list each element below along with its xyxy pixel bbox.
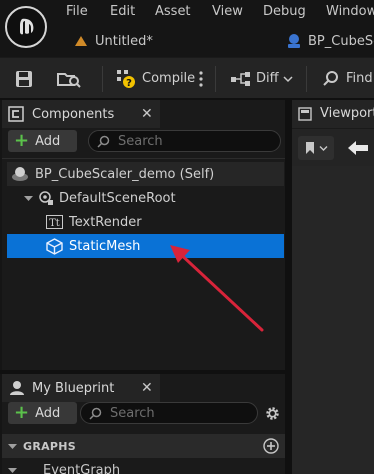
viewport-title: Viewport — [320, 106, 374, 121]
folder-search-icon — [57, 72, 81, 88]
plus-icon: + — [14, 402, 30, 423]
browse-button[interactable] — [56, 58, 82, 99]
my-blueprint-search[interactable] — [80, 402, 258, 424]
viewport-toolbar — [292, 128, 374, 166]
annotation-arrow-icon — [170, 245, 264, 332]
components-title: Components — [32, 106, 115, 122]
search-icon — [89, 407, 102, 420]
svg-text:?: ? — [126, 78, 132, 89]
components-icon — [8, 106, 24, 122]
unreal-logo-icon[interactable] — [5, 6, 47, 48]
tree-item-textrender-label: TextRender — [69, 214, 142, 230]
more-vertical-icon — [199, 70, 203, 87]
scene-component-icon — [39, 191, 53, 205]
menu-debug[interactable]: Debug — [263, 4, 306, 19]
tree-item-textrender[interactable]: Tt TextRender — [7, 210, 284, 234]
caret-down-icon — [8, 467, 17, 473]
event-graph-item[interactable]: EventGraph — [2, 460, 285, 474]
menu-asset[interactable]: Asset — [155, 4, 191, 19]
arrow-left-icon — [348, 141, 368, 155]
back-button[interactable] — [342, 136, 374, 160]
my-blueprint-tab-strip — [160, 374, 285, 402]
svg-text:Tt: Tt — [49, 218, 60, 229]
title-bar: File Edit Asset View Debug Window Untitl… — [0, 0, 374, 57]
gear-icon[interactable] — [264, 405, 281, 422]
tab-untitled-label: Untitled* — [95, 33, 153, 49]
menu-window[interactable]: Window — [326, 4, 374, 19]
menu-edit[interactable]: Edit — [110, 4, 135, 19]
viewport-tab[interactable]: Viewport — [292, 100, 374, 128]
save-icon — [16, 70, 32, 87]
components-search[interactable] — [88, 130, 281, 152]
my-blueprint-icon — [10, 381, 24, 395]
tab-blueprint[interactable]: BP_CubeSc — [286, 32, 374, 50]
chevron-down-icon — [319, 145, 327, 151]
my-blueprint-title: My Blueprint — [32, 380, 115, 396]
components-tab-strip — [160, 100, 285, 128]
static-mesh-icon — [46, 237, 63, 255]
caret-down-icon — [8, 443, 17, 449]
text-render-icon: Tt — [46, 215, 63, 229]
chevron-down-icon — [283, 75, 293, 82]
compile-label: Compile — [142, 71, 196, 86]
add-graph-icon[interactable] — [263, 438, 279, 454]
compile-icon: ? — [117, 69, 135, 89]
compile-options-button[interactable] — [198, 58, 204, 99]
caret-down-icon[interactable] — [24, 194, 33, 203]
tree-item-self-label: BP_CubeScaler_demo (Self) — [35, 166, 215, 182]
bookmark-dropdown[interactable] — [298, 136, 334, 160]
compile-button[interactable]: ? Compile — [116, 58, 195, 99]
components-tab[interactable]: Components ✕ — [2, 100, 160, 128]
search-icon — [323, 70, 338, 86]
my-blueprint-search-input[interactable] — [110, 405, 250, 421]
diff-icon — [231, 71, 250, 86]
tree-item-defaultsceneroot[interactable]: DefaultSceneRoot — [7, 186, 284, 210]
tree-item-staticmesh-label: StaticMesh — [69, 238, 141, 254]
graphs-label: GRAPHS — [23, 439, 77, 453]
menu-file[interactable]: File — [66, 4, 88, 19]
menu-view[interactable]: View — [212, 4, 243, 19]
viewport-canvas[interactable] — [292, 166, 374, 474]
components-add-label: Add — [35, 133, 61, 149]
find-button[interactable]: Find — [322, 58, 373, 99]
blueprint-class-icon — [288, 34, 300, 48]
my-blueprint-tab[interactable]: My Blueprint ✕ — [2, 374, 160, 402]
components-search-input[interactable] — [118, 133, 258, 149]
viewport-icon — [298, 107, 312, 121]
my-blueprint-add-button[interactable]: + Add — [8, 402, 77, 424]
save-button[interactable] — [14, 58, 34, 99]
plus-icon: + — [14, 130, 30, 151]
diff-button[interactable]: Diff — [230, 58, 293, 99]
find-label: Find — [346, 71, 373, 86]
level-icon — [75, 36, 87, 46]
search-icon — [97, 135, 110, 148]
graphs-section-header[interactable]: GRAPHS — [2, 434, 285, 458]
bookmark-icon — [305, 142, 314, 154]
close-icon[interactable]: ✕ — [141, 106, 153, 122]
components-add-button[interactable]: + Add — [8, 130, 77, 152]
actor-icon — [12, 167, 28, 181]
my-blueprint-add-label: Add — [35, 405, 61, 421]
tab-blueprint-label: BP_CubeSc — [308, 33, 374, 49]
tree-item-self[interactable]: BP_CubeScaler_demo (Self) — [7, 162, 284, 186]
event-graph-label: EventGraph — [43, 462, 121, 474]
close-icon[interactable]: ✕ — [141, 380, 153, 396]
vertical-splitter[interactable] — [285, 100, 292, 474]
tab-untitled[interactable]: Untitled* — [74, 32, 153, 50]
toolbar: ? Compile Diff Find — [0, 57, 374, 98]
tree-item-defaultsceneroot-label: DefaultSceneRoot — [59, 190, 176, 206]
components-divider — [2, 158, 285, 159]
diff-label: Diff — [256, 71, 279, 86]
